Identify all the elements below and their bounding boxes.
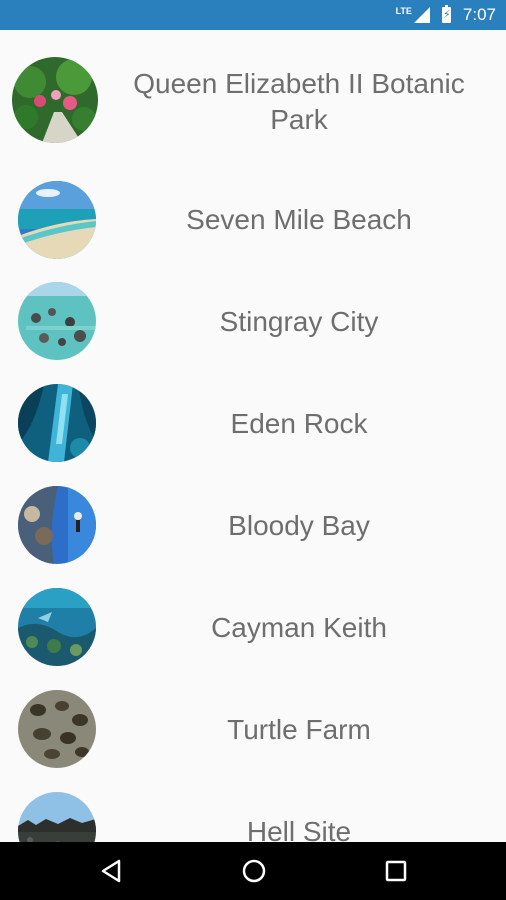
place-name: Turtle Farm	[227, 714, 371, 745]
list-item-botanic-park[interactable]: Queen Elizabeth II Botanic Park	[0, 30, 506, 170]
back-triangle-icon[interactable]	[97, 856, 127, 886]
place-name: Stingray City	[219, 306, 379, 337]
stingray-city-thumbnail	[18, 282, 96, 360]
place-name: Hell Site	[246, 816, 352, 842]
clock: 7:07	[462, 5, 496, 24]
navigation-bar	[0, 842, 506, 900]
list-item-hell-site[interactable]: Hell Site	[0, 782, 506, 842]
hell-site-thumbnail	[18, 792, 96, 842]
places-list[interactable]: Queen Elizabeth II Botanic Park Seven Mi…	[0, 30, 506, 842]
list-item-cayman-keith[interactable]: Cayman Keith	[0, 578, 506, 680]
recents-square-icon[interactable]	[381, 856, 411, 886]
beach-thumbnail	[18, 181, 96, 259]
list-item-turtle-farm[interactable]: Turtle Farm	[0, 680, 506, 782]
battery-charging-icon: ⚡	[441, 5, 451, 23]
status-icons: LTE ⚡ 7:07	[396, 0, 496, 30]
bloody-bay-thumbnail	[18, 486, 96, 564]
place-name: Bloody Bay	[228, 510, 370, 541]
list-item-stingray-city[interactable]: Stingray City	[0, 272, 506, 374]
place-name: Queen Elizabeth II Botanic Park	[133, 68, 465, 135]
cayman-keith-thumbnail	[18, 588, 96, 666]
eden-rock-thumbnail	[18, 384, 96, 462]
list-item-bloody-bay[interactable]: Bloody Bay	[0, 476, 506, 578]
status-bar: LTE ⚡ 7:07	[0, 0, 506, 30]
lte-label: LTE	[395, 6, 412, 16]
list-item-eden-rock[interactable]: Eden Rock	[0, 374, 506, 476]
place-name: Eden Rock	[230, 408, 368, 439]
signal-icon	[413, 7, 430, 23]
place-name: Seven Mile Beach	[186, 204, 412, 235]
list-item-seven-mile-beach[interactable]: Seven Mile Beach	[0, 170, 506, 272]
place-name: Cayman Keith	[211, 612, 387, 643]
turtle-farm-thumbnail	[18, 690, 96, 768]
home-circle-icon[interactable]	[239, 856, 269, 886]
botanic-park-thumbnail	[12, 57, 98, 143]
